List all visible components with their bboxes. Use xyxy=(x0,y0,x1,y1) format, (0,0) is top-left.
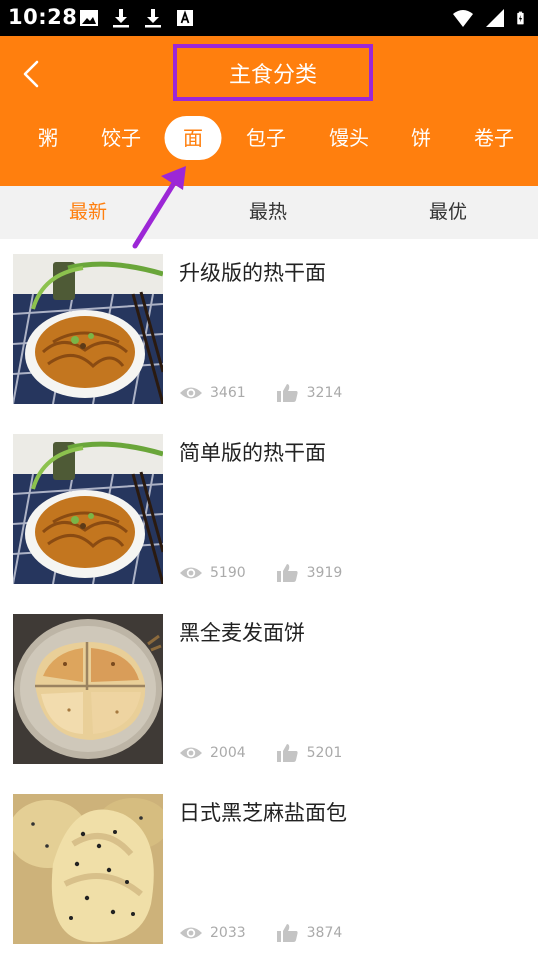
like-count-value: 5201 xyxy=(306,745,343,761)
chevron-left-icon[interactable] xyxy=(16,56,46,92)
recipe-title: 黑全麦发面饼 xyxy=(179,621,305,645)
page-title: 主食分类 xyxy=(228,62,317,88)
category-tab-dumplings[interactable]: 饺子 xyxy=(101,116,141,160)
view-count: 5190 xyxy=(179,564,246,582)
image-icon xyxy=(80,10,98,26)
download-icon xyxy=(113,9,129,28)
battery-charging-icon xyxy=(517,11,524,25)
hot-dry-noodles-photo xyxy=(13,434,163,584)
recipe-stats: 2004 5201 xyxy=(179,742,342,764)
category-tab-noodles[interactable]: 面 xyxy=(164,116,222,160)
recipe-title: 升级版的热干面 xyxy=(179,261,326,285)
hot-dry-noodles-photo xyxy=(13,254,163,404)
wifi-icon xyxy=(453,10,473,27)
recipe-item[interactable]: 简单版的热干面 5190 3919 xyxy=(0,419,538,599)
recipe-thumbnail xyxy=(13,434,163,584)
thumbs-up-icon xyxy=(276,924,298,942)
recipe-thumbnail xyxy=(13,614,163,764)
recipe-stats: 2033 3874 xyxy=(179,922,342,944)
keyboard-a-icon xyxy=(177,10,193,26)
status-time: 10:28 xyxy=(8,5,78,29)
view-count-value: 2004 xyxy=(210,745,246,761)
status-bar: 10:28 xyxy=(0,0,538,36)
sort-tab-best[interactable]: 最优 xyxy=(429,186,467,239)
eye-icon xyxy=(180,387,202,399)
category-tab-rolls[interactable]: 卷子 xyxy=(474,116,514,160)
recipe-thumbnail xyxy=(13,794,163,944)
app-header: 主食分类 粥 饺子 面 包子 馒头 饼 卷子 xyxy=(0,36,538,186)
like-count: 3919 xyxy=(276,564,343,582)
view-count-value: 3461 xyxy=(210,385,246,401)
sesame-bread-photo xyxy=(13,794,163,944)
status-system-icons xyxy=(452,7,530,29)
sort-tab-hottest[interactable]: 最热 xyxy=(249,186,287,239)
like-count: 5201 xyxy=(276,744,343,762)
view-count: 2033 xyxy=(179,924,246,942)
like-count: 3874 xyxy=(276,924,343,942)
eye-icon xyxy=(180,567,202,579)
view-count: 3461 xyxy=(179,384,246,402)
download-icon xyxy=(145,9,161,28)
eye-icon xyxy=(180,747,202,759)
recipe-stats: 5190 3919 xyxy=(179,562,342,584)
view-count-value: 2033 xyxy=(210,925,246,941)
like-count-value: 3919 xyxy=(306,565,343,581)
recipe-item[interactable]: 黑全麦发面饼 2004 5201 xyxy=(0,599,538,779)
thumbs-up-icon xyxy=(276,564,298,582)
like-count-value: 3214 xyxy=(306,385,343,401)
category-tab-steamed-bread[interactable]: 馒头 xyxy=(329,116,369,160)
view-count: 2004 xyxy=(179,744,246,762)
eye-icon xyxy=(180,927,202,939)
view-count-value: 5190 xyxy=(210,565,246,581)
category-tab-pancake[interactable]: 饼 xyxy=(411,116,431,160)
recipe-item[interactable]: 日式黑芝麻盐面包 2033 3874 xyxy=(0,779,538,957)
signal-icon xyxy=(486,9,504,27)
recipe-title: 日式黑芝麻盐面包 xyxy=(179,801,347,825)
sort-tab-newest[interactable]: 最新 xyxy=(69,186,107,239)
category-tab-porridge[interactable]: 粥 xyxy=(38,116,58,160)
recipe-stats: 3461 3214 xyxy=(179,382,342,404)
like-count-value: 3874 xyxy=(306,925,343,941)
like-count: 3214 xyxy=(276,384,343,402)
category-tab-buns[interactable]: 包子 xyxy=(246,116,286,160)
recipe-item[interactable]: 升级版的热干面 3461 3214 xyxy=(0,239,538,419)
flatbread-photo xyxy=(13,614,163,764)
sort-tabs: 最新 最热 最优 xyxy=(0,186,538,239)
title-highlight-box: 主食分类 xyxy=(173,44,373,101)
recipe-thumbnail xyxy=(13,254,163,404)
status-notification-icons xyxy=(78,7,196,29)
thumbs-up-icon xyxy=(276,384,298,402)
thumbs-up-icon xyxy=(276,744,298,762)
category-tabs: 粥 饺子 面 包子 馒头 饼 卷子 xyxy=(0,116,538,164)
recipe-title: 简单版的热干面 xyxy=(179,441,326,465)
